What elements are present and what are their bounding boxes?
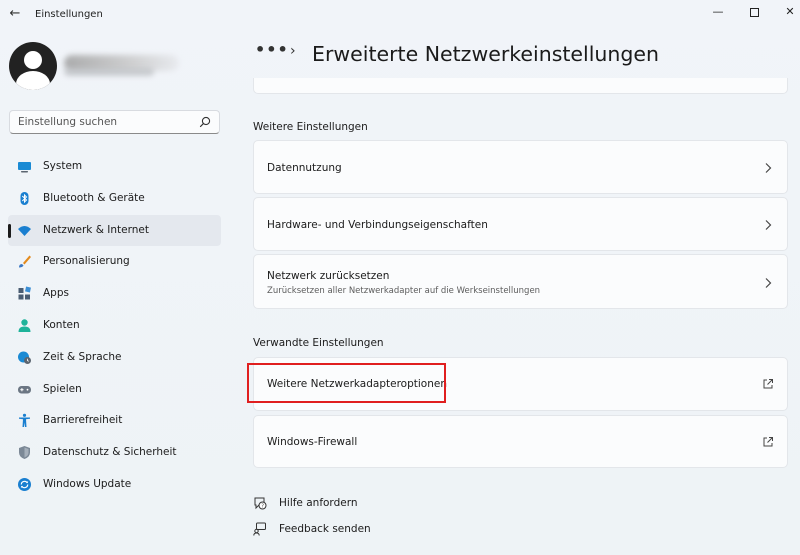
back-arrow-icon[interactable]: ←	[6, 5, 24, 23]
card-data-usage[interactable]: Datennutzung	[253, 140, 788, 194]
brush-icon	[19, 255, 31, 268]
sidebar-item-label: Barrierefreiheit	[43, 414, 123, 427]
feedback-icon	[253, 522, 266, 536]
apps-icon	[18, 286, 31, 300]
previous-card-edge	[253, 78, 788, 94]
sidebar-item-label: Spielen	[43, 382, 82, 395]
card-hardware-properties[interactable]: Hardware- und Verbindungseigenschaften	[253, 197, 788, 251]
breadcrumb-more-button[interactable]: •••	[255, 40, 289, 59]
sidebar-item-windows-update[interactable]: Windows Update	[8, 469, 221, 501]
sidebar-item-accounts[interactable]: Konten	[8, 310, 221, 342]
sidebar-item-label: Zeit & Sprache	[43, 350, 122, 363]
search-icon	[199, 116, 211, 128]
sidebar-item-network[interactable]: Netzwerk & Internet	[8, 214, 221, 247]
sidebar-item-accessibility[interactable]: Barrierefreiheit	[8, 405, 221, 437]
sidebar-item-label: Netzwerk & Internet	[43, 223, 149, 236]
sidebar-item-label: Apps	[43, 287, 69, 300]
accessibility-icon	[19, 414, 30, 428]
chevron-right-icon	[765, 220, 772, 230]
card-title: Hardware- und Verbindungseigenschaften	[267, 219, 488, 231]
update-icon	[18, 477, 31, 491]
card-title: Datennutzung	[267, 162, 342, 174]
get-help-label: Hilfe anfordern	[279, 497, 358, 509]
wifi-icon	[18, 225, 31, 236]
send-feedback-link[interactable]: Feedback senden	[253, 520, 553, 540]
shield-icon	[19, 446, 30, 460]
section-title-more-settings: Weitere Einstellungen	[253, 121, 368, 133]
svg-text:?: ?	[261, 503, 264, 509]
sidebar-item-apps[interactable]: Apps	[8, 278, 221, 310]
sidebar-item-personalization[interactable]: Personalisierung	[8, 246, 221, 278]
gamepad-icon	[18, 385, 31, 394]
chevron-right-icon	[765, 163, 772, 173]
send-feedback-label: Feedback senden	[279, 523, 371, 535]
external-link-icon	[763, 379, 773, 389]
sidebar-item-bluetooth[interactable]: Bluetooth & Geräte	[8, 183, 221, 215]
close-button[interactable]: ✕	[770, 2, 800, 22]
sidebar-item-label: System	[43, 160, 83, 172]
breadcrumb-separator: ›	[290, 43, 296, 59]
globe-clock-icon	[18, 351, 31, 364]
sidebar-item-gaming[interactable]: Spielen	[8, 374, 221, 406]
minimize-button[interactable]: —	[698, 2, 738, 22]
maximize-button[interactable]	[734, 2, 774, 22]
card-title: Netzwerk zurücksetzen	[267, 270, 390, 282]
avatar[interactable]	[9, 42, 57, 90]
search-placeholder: Einstellung suchen	[18, 116, 118, 128]
system-icon	[18, 162, 31, 173]
help-icon: ?	[254, 497, 267, 510]
search-input[interactable]: Einstellung suchen	[9, 110, 220, 134]
bluetooth-icon	[20, 191, 29, 205]
sidebar-nav: System Bluetooth & Geräte Netzwerk & Int…	[8, 151, 221, 501]
sidebar-item-label: Bluetooth & Geräte	[43, 191, 145, 204]
avatar-head	[24, 51, 42, 69]
page-title: Erweiterte Netzwerkeinstellungen	[312, 42, 660, 66]
sidebar-item-system[interactable]: System	[8, 151, 221, 183]
sidebar-item-label: Datenschutz & Sicherheit	[43, 446, 177, 459]
highlight-box	[247, 363, 446, 403]
account-icon	[18, 319, 31, 332]
chevron-right-icon	[765, 278, 772, 288]
sidebar-item-privacy-security[interactable]: Datenschutz & Sicherheit	[8, 437, 221, 469]
sidebar-item-label: Personalisierung	[43, 255, 130, 268]
settings-window: ← Einstellungen — ✕ Einstellung suchen S…	[0, 0, 800, 555]
maximize-icon	[749, 7, 759, 17]
sidebar-item-label: Windows Update	[43, 477, 132, 490]
card-subtitle: Zurücksetzen aller Netzwerkadapter auf d…	[267, 286, 541, 296]
external-link-icon	[763, 437, 773, 447]
section-title-related-settings: Verwandte Einstellungen	[253, 337, 384, 349]
sidebar-item-time-language[interactable]: Zeit & Sprache	[8, 342, 221, 374]
title-bar: ← Einstellungen — ✕	[0, 0, 800, 30]
blurred-user-email	[64, 68, 154, 76]
avatar-body	[16, 71, 50, 90]
card-windows-firewall[interactable]: Windows-Firewall	[253, 415, 788, 468]
active-indicator	[8, 223, 11, 238]
app-title: Einstellungen	[35, 9, 103, 20]
card-title: Windows-Firewall	[267, 436, 358, 448]
sidebar-item-label: Konten	[43, 318, 80, 331]
card-network-reset[interactable]: Netzwerk zurücksetzen Zurücksetzen aller…	[253, 254, 788, 309]
get-help-link[interactable]: ? Hilfe anfordern	[253, 494, 553, 514]
